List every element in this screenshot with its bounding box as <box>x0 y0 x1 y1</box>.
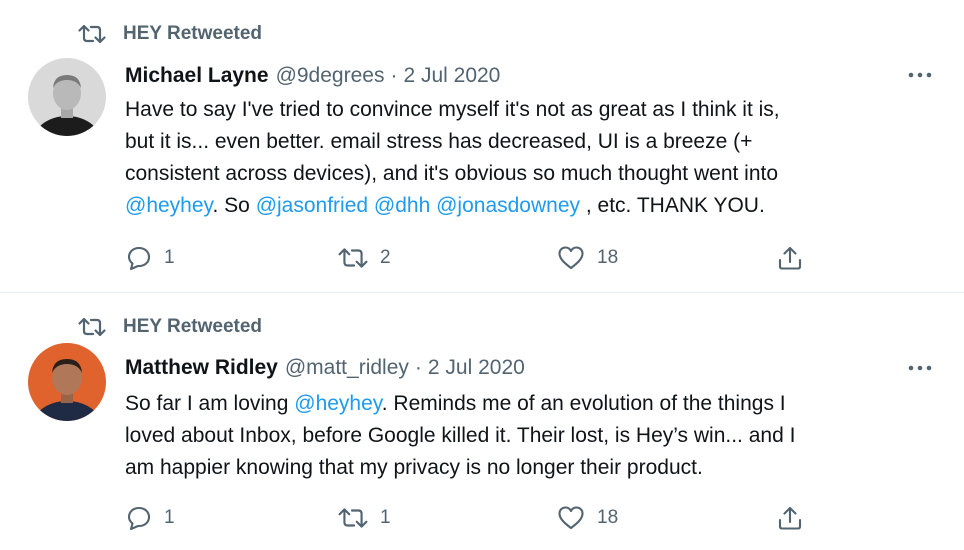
author-handle[interactable]: @9degrees <box>276 64 385 88</box>
reply-button[interactable]: 1 <box>126 243 175 273</box>
tweet-text-segment: , etc. THANK YOU. <box>580 194 765 217</box>
like-button[interactable]: 18 <box>557 243 618 273</box>
tweet-text-line: Have to say I've tried to convince mysel… <box>125 94 925 126</box>
mention-link[interactable]: @heyhey <box>294 392 381 415</box>
retweeted-by-label[interactable]: HEY Retweeted <box>123 23 262 45</box>
separator-dot: · <box>390 64 398 87</box>
author-name[interactable]: Matthew Ridley <box>125 356 278 380</box>
author-handle[interactable]: @matt_ridley <box>285 356 409 380</box>
like-button[interactable]: 18 <box>557 503 618 533</box>
tweet-actions: 1 1 18 <box>0 503 964 533</box>
tweet-text-line: @heyhey. So @jasonfried @dhh @jonasdowne… <box>125 190 925 222</box>
tweet-actions: 1 2 18 <box>0 243 964 273</box>
avatar[interactable] <box>28 58 106 136</box>
tweet-text-segment: but it is... even better. email stress h… <box>125 130 753 153</box>
ellipsis-icon <box>908 72 932 78</box>
reply-count: 1 <box>164 247 175 268</box>
share-button[interactable] <box>776 503 804 533</box>
reply-icon <box>127 246 151 271</box>
retweet-icon <box>338 508 368 528</box>
tweet-text: So far I am loving @heyhey. Reminds me o… <box>125 388 925 484</box>
retweet-context: HEY Retweeted <box>78 313 262 341</box>
reply-button[interactable]: 1 <box>126 503 175 533</box>
retweet-icon <box>78 317 106 337</box>
tweet-text-segment: . Reminds me of an evolution of the thin… <box>381 392 786 415</box>
tweet-text-segment: So far I am loving <box>125 392 295 415</box>
retweet-icon <box>78 24 106 44</box>
mention-link[interactable]: @jonasdowney <box>436 194 580 217</box>
avatar[interactable] <box>28 343 106 421</box>
ellipsis-icon <box>908 365 932 371</box>
reply-count: 1 <box>164 507 175 528</box>
retweeted-by-label[interactable]: HEY Retweeted <box>123 316 262 338</box>
retweet-count: 1 <box>380 507 391 528</box>
tweet[interactable]: HEY Retweeted Matthew Ridley @matt_ridle… <box>0 294 964 550</box>
retweet-button[interactable]: 1 <box>338 503 391 533</box>
tweet-text-segment: consistent across devices), and it's obv… <box>125 162 779 185</box>
tweet-text-line: consistent across devices), and it's obv… <box>125 158 925 190</box>
retweet-icon <box>338 248 368 268</box>
tweet-text-line: So far I am loving @heyhey. Reminds me o… <box>125 388 925 420</box>
retweet-count: 2 <box>380 247 391 268</box>
tweet-text: Have to say I've tried to convince mysel… <box>125 94 925 222</box>
more-options-button[interactable] <box>904 65 936 85</box>
tweet-header: Matthew Ridley @matt_ridley · 2 Jul 2020 <box>125 353 525 383</box>
tweet-header: Michael Layne @9degrees · 2 Jul 2020 <box>125 61 500 91</box>
tweet-text-segment: . So <box>212 194 256 217</box>
more-options-button[interactable] <box>904 358 936 378</box>
tweet-divider <box>0 292 964 293</box>
tweet-text-line: am happier knowing that my privacy is no… <box>125 452 925 484</box>
like-count: 18 <box>597 247 619 268</box>
tweet-text-segment: am happier knowing that my privacy is no… <box>125 456 703 479</box>
mention-link[interactable]: @dhh <box>374 194 430 217</box>
share-icon <box>778 246 802 270</box>
share-icon <box>778 506 802 530</box>
retweet-button[interactable]: 2 <box>338 243 391 273</box>
separator-dot: · <box>414 356 422 379</box>
heart-icon <box>558 506 584 530</box>
tweet-text-line: but it is... even better. email stress h… <box>125 126 925 158</box>
heart-icon <box>558 246 584 270</box>
tweet-text-segment: loved about Inbox, before Google killed … <box>125 424 796 447</box>
mention-link[interactable]: @heyhey <box>125 194 212 217</box>
retweet-context: HEY Retweeted <box>78 20 262 48</box>
like-count: 18 <box>597 507 619 528</box>
tweet[interactable]: HEY Retweeted Michael Layne @9degrees · … <box>0 0 964 292</box>
tweet-date[interactable]: 2 Jul 2020 <box>428 356 525 380</box>
reply-icon <box>127 506 151 531</box>
share-button[interactable] <box>776 243 804 273</box>
tweet-text-segment: Have to say I've tried to convince mysel… <box>125 98 780 121</box>
tweet-text-line: loved about Inbox, before Google killed … <box>125 420 925 452</box>
tweet-date[interactable]: 2 Jul 2020 <box>403 64 500 88</box>
mention-link[interactable]: @jasonfried <box>256 194 368 217</box>
author-name[interactable]: Michael Layne <box>125 64 269 88</box>
